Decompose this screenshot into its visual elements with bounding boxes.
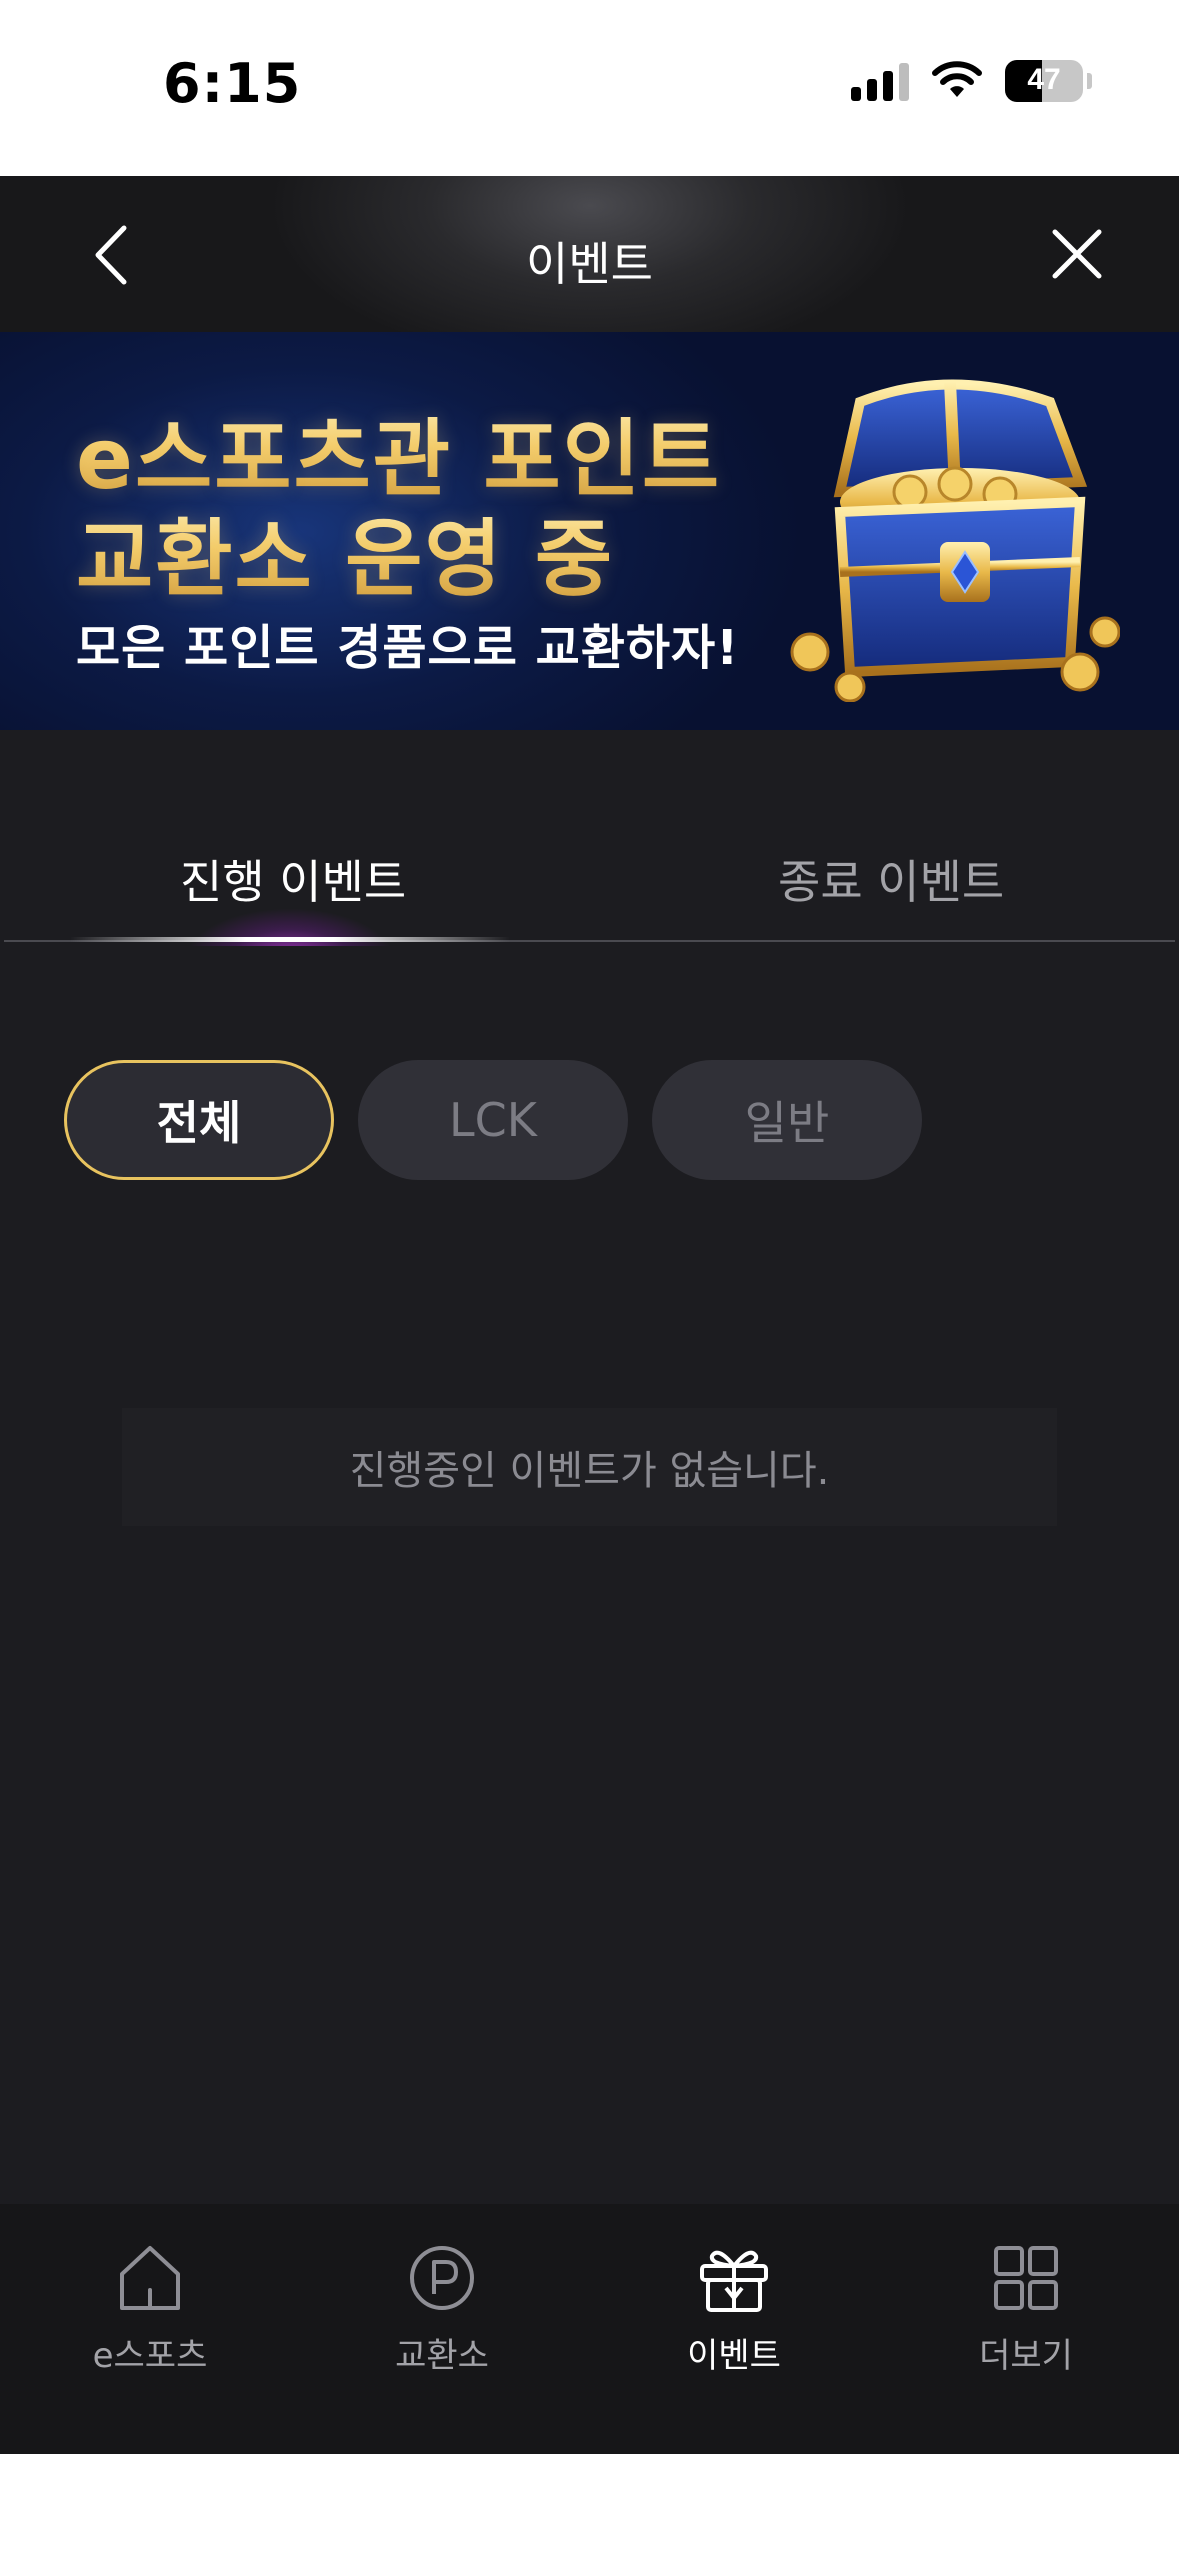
treasure-chest-image — [790, 379, 1120, 702]
app-screen: 이벤트 e스포츠관 포인트 교환소 운영 중 모은 포인트 경품으로 교환하자! — [0, 176, 1179, 2454]
banner-title-line2: 교환소 운영 중 — [76, 492, 614, 613]
filter-chip-general[interactable]: 일반 — [652, 1060, 922, 1180]
battery-icon: 47 — [1005, 60, 1092, 102]
home-icon — [120, 2246, 180, 2310]
tab-ended-events[interactable]: 종료 이벤트 — [778, 846, 1004, 912]
nav-label-more: 더보기 — [979, 2336, 1073, 2376]
filter-chips: 전체 LCK 일반 — [64, 1060, 922, 1180]
event-tabs: 진행 이벤트 종료 이벤트 — [0, 816, 1179, 952]
nav-label-exchange: 교환소 — [395, 2336, 489, 2376]
point-icon — [410, 2246, 474, 2310]
nav-item-exchange[interactable]: 교환소 — [342, 2240, 542, 2377]
wifi-icon — [932, 61, 982, 97]
close-button[interactable] — [1045, 222, 1109, 286]
active-tab-indicator — [70, 937, 510, 942]
filter-chip-all[interactable]: 전체 — [64, 1060, 334, 1180]
page-title: 이벤트 — [526, 237, 653, 291]
bottom-safe-area — [0, 2454, 1179, 2556]
close-icon — [1052, 229, 1102, 279]
banner-subtitle: 모은 포인트 경품으로 교환하자! — [76, 620, 740, 676]
status-bar: 6:15 47 — [0, 0, 1179, 176]
empty-state-message: 진행중인 이벤트가 없습니다. — [122, 1408, 1057, 1526]
nav-label-esports: e스포츠 — [92, 2336, 208, 2376]
status-icons: 47 — [851, 60, 1092, 102]
app-header: 이벤트 — [0, 176, 1179, 332]
tab-ongoing-events[interactable]: 진행 이벤트 — [180, 846, 406, 912]
gift-icon — [700, 2250, 768, 2312]
filter-chip-lck[interactable]: LCK — [358, 1060, 628, 1180]
cellular-signal-icon — [851, 61, 909, 101]
promo-banner[interactable]: e스포츠관 포인트 교환소 운영 중 모은 포인트 경품으로 교환하자! — [0, 332, 1179, 730]
battery-level: 47 — [1027, 63, 1061, 96]
grid-icon — [994, 2246, 1058, 2310]
nav-item-more[interactable]: 더보기 — [926, 2240, 1126, 2377]
nav-item-events[interactable]: 이벤트 — [634, 2240, 834, 2377]
status-time: 6:15 — [163, 52, 302, 115]
nav-item-esports[interactable]: e스포츠 — [50, 2240, 250, 2377]
bottom-nav: e스포츠 교환소 이벤트 더보기 — [0, 2204, 1179, 2454]
nav-label-events: 이벤트 — [687, 2336, 781, 2376]
